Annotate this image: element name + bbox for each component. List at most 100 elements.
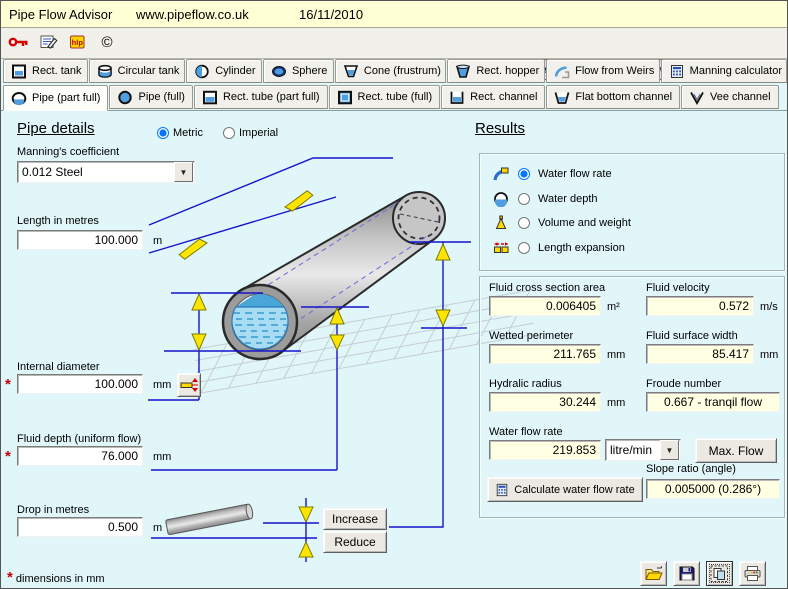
- water-flow-icon: [493, 166, 510, 182]
- tab-rect-tube-full[interactable]: Rect. tube (full): [329, 85, 441, 109]
- stepper-icon: [180, 377, 198, 393]
- metric-radio-input[interactable]: [157, 127, 169, 139]
- pipe-cross-section: [223, 285, 309, 359]
- copy-image-button[interactable]: [706, 561, 733, 586]
- tab-manning-calculator[interactable]: Manning calculator: [661, 59, 787, 83]
- fluid-surface-width-label: Fluid surface width: [646, 330, 738, 342]
- print-button[interactable]: [739, 561, 766, 586]
- option-water-flow-rate[interactable]: Water flow rate: [493, 166, 612, 182]
- water-flow-rate-field: [489, 440, 601, 460]
- sphere-icon: [271, 64, 287, 79]
- water-flow-rate-radio[interactable]: [518, 168, 530, 180]
- calculator-icon: [669, 64, 685, 79]
- imperial-radio-input[interactable]: [223, 127, 235, 139]
- tab-rect-tank[interactable]: Rect. tank: [3, 59, 88, 83]
- imperial-label: Imperial: [239, 127, 278, 139]
- cross-section-area-field: [489, 296, 601, 316]
- slope-ratio-field: [646, 479, 780, 499]
- manning-select[interactable]: 0.012 Steel ▼: [17, 161, 195, 183]
- tab-label: Rect. tube (part full): [223, 91, 320, 103]
- fluid-depth-label: Fluid depth (uniform flow): [17, 433, 141, 445]
- svg-text:hlp: hlp: [71, 38, 83, 47]
- diameter-input[interactable]: [17, 374, 143, 394]
- metric-radio[interactable]: Metric: [157, 127, 203, 139]
- tab-flow-from-weirs[interactable]: Flow from Weirs: [546, 59, 660, 83]
- tab-cylinder[interactable]: Cylinder: [186, 59, 262, 83]
- rect-tank-icon: [11, 64, 27, 79]
- fluid-depth-input[interactable]: [17, 446, 143, 466]
- tab-rect-hopper[interactable]: Rect. hopper: [447, 59, 545, 83]
- tab-sphere[interactable]: Sphere: [263, 59, 334, 83]
- vee-channel-icon: [689, 90, 705, 105]
- required-marker: *: [7, 569, 13, 586]
- surface-width-unit: mm: [760, 349, 778, 361]
- diameter-stepper-button[interactable]: [177, 373, 201, 397]
- water-depth-icon: [493, 191, 510, 207]
- tab-pipe-full[interactable]: Pipe (full): [109, 85, 192, 109]
- tab-rect-channel[interactable]: Rect. channel: [441, 85, 545, 109]
- length-unit: m: [153, 235, 162, 247]
- drop-input[interactable]: [17, 517, 143, 537]
- tab-label: Pipe (part full): [32, 92, 100, 104]
- hydraulic-radius-field: [489, 392, 601, 412]
- tab-label: Flat bottom channel: [575, 91, 672, 103]
- cone-icon: [343, 64, 359, 79]
- chevron-down-icon[interactable]: ▼: [660, 440, 679, 460]
- max-flow-button[interactable]: Max. Flow: [695, 438, 777, 463]
- tab-label: Cone (frustrum): [364, 65, 441, 77]
- tab-cone-frustrum[interactable]: Cone (frustrum): [335, 59, 446, 83]
- drop-pipe: [165, 504, 253, 535]
- tab-flat-bottom-channel[interactable]: Flat bottom channel: [546, 85, 680, 109]
- fluid-velocity-label: Fluid velocity: [646, 282, 710, 294]
- flow-unit-select[interactable]: litre/min ▼: [605, 439, 681, 461]
- slope-ratio-label: Slope ratio (angle): [646, 463, 736, 475]
- chevron-down-icon[interactable]: ▼: [174, 162, 193, 182]
- manning-label: Manning's coefficient: [17, 146, 119, 158]
- save-button[interactable]: [673, 561, 700, 586]
- weir-icon: [554, 64, 570, 79]
- fluid-velocity-field: [646, 296, 754, 316]
- hydraulic-radius-label: Hydralic radius: [489, 378, 562, 390]
- copy-pages-icon: [710, 565, 729, 583]
- option-water-depth[interactable]: Water depth: [493, 191, 598, 207]
- dimensions-footnote: * dimensions in mm: [7, 569, 105, 586]
- water: [232, 307, 288, 349]
- open-file-button[interactable]: [640, 561, 667, 586]
- option-volume-weight[interactable]: Volume and weight: [493, 215, 631, 231]
- increase-button[interactable]: Increase: [323, 508, 387, 530]
- notes-icon: [40, 34, 58, 50]
- velocity-unit: m/s: [760, 301, 778, 313]
- rect-channel-icon: [449, 90, 465, 105]
- tab-vee-channel[interactable]: Vee channel: [681, 85, 779, 109]
- option-length-expansion[interactable]: Length expansion: [493, 240, 625, 256]
- tab-label: Circular tank: [118, 65, 180, 77]
- imperial-radio[interactable]: Imperial: [223, 127, 278, 139]
- notes-button[interactable]: [37, 32, 61, 52]
- help-button[interactable]: hlp: [65, 32, 89, 52]
- calculate-flow-button[interactable]: Calculate water flow rate: [487, 477, 643, 502]
- copyright-button[interactable]: ©: [95, 32, 119, 52]
- length-expansion-radio[interactable]: [518, 242, 530, 254]
- flow-unit-value: litre/min: [606, 443, 659, 457]
- copyright-icon: ©: [101, 34, 112, 51]
- length-label: Length in metres: [17, 215, 99, 227]
- volume-weight-radio[interactable]: [518, 217, 530, 229]
- wetted-unit: mm: [607, 349, 625, 361]
- reduce-button[interactable]: Reduce: [323, 531, 387, 553]
- option-label: Length expansion: [538, 242, 625, 254]
- water-depth-radio[interactable]: [518, 193, 530, 205]
- water-surface-plane: [236, 291, 309, 308]
- dimension-lines: [148, 158, 471, 562]
- website-link[interactable]: www.pipeflow.co.uk: [136, 7, 249, 22]
- drop-label: Drop in metres: [17, 504, 89, 516]
- tab-pipe-part-full[interactable]: Pipe (part full): [3, 85, 108, 111]
- tab-label: Manning calculator: [690, 65, 782, 77]
- license-key-button[interactable]: [7, 32, 31, 52]
- save-floppy-icon: [678, 565, 696, 582]
- tab-circular-tank[interactable]: Circular tank: [89, 59, 186, 83]
- open-folder-icon: [644, 565, 664, 582]
- date-text: 16/11/2010: [299, 7, 363, 22]
- tab-rect-tube-part-full[interactable]: Rect. tube (part full): [194, 85, 328, 109]
- length-input[interactable]: [17, 230, 143, 250]
- froude-number-field: [646, 392, 780, 412]
